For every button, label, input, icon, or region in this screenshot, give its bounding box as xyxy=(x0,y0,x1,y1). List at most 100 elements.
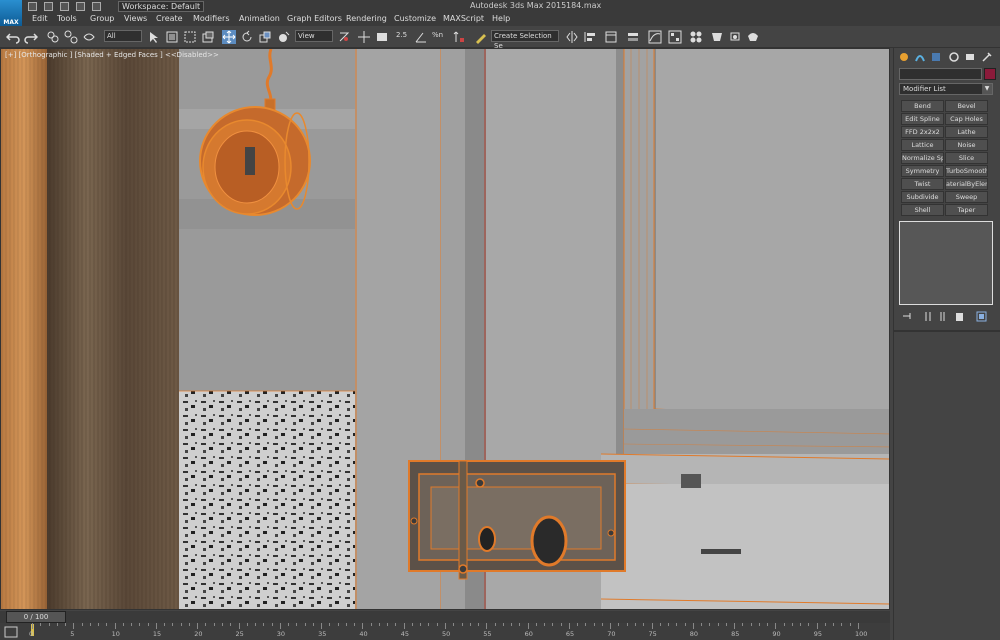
select-and-rotate-icon[interactable] xyxy=(240,30,254,44)
redo-quick-icon[interactable] xyxy=(92,2,101,11)
perspective-viewport[interactable]: [+] [Orthographic ] [Shaded + Edged Face… xyxy=(0,48,890,610)
undo-icon[interactable] xyxy=(5,30,20,44)
render-production-icon[interactable] xyxy=(746,30,760,44)
menu-rendering[interactable]: Rendering xyxy=(346,14,387,23)
timeline-tick xyxy=(312,623,314,626)
modifier-button-material-by-element[interactable]: aterialByEleme xyxy=(945,178,988,190)
menu-tools[interactable]: Tools xyxy=(57,14,77,23)
menu-modifiers[interactable]: Modifiers xyxy=(193,14,230,23)
timeline-tick xyxy=(833,623,835,626)
timeline-tick xyxy=(742,623,744,626)
select-and-scale-icon[interactable] xyxy=(258,30,272,44)
curve-editor-icon[interactable] xyxy=(648,30,662,44)
time-slider[interactable]: 0 / 100 xyxy=(0,611,890,623)
modifier-button-bend[interactable]: Bend xyxy=(901,100,944,112)
modifier-button-noise[interactable]: Noise xyxy=(945,139,988,151)
object-name-input[interactable] xyxy=(899,68,982,80)
modifier-button-bevel[interactable]: Bevel xyxy=(945,100,988,112)
percent-snap-icon[interactable]: %n xyxy=(432,30,446,44)
time-slider-thumb[interactable]: 0 / 100 xyxy=(6,611,66,623)
new-file-icon[interactable] xyxy=(28,2,37,11)
timeline-tick xyxy=(478,623,480,626)
show-end-result-icon[interactable] xyxy=(923,311,934,322)
select-and-move-icon[interactable] xyxy=(222,30,236,44)
workspace-dropdown[interactable]: Workspace: Default xyxy=(118,1,204,12)
modifier-list-dropdown[interactable]: Modifier List ▼ xyxy=(899,83,993,95)
bind-space-warp-icon[interactable] xyxy=(82,30,96,44)
hierarchy-tab-icon[interactable] xyxy=(930,51,942,63)
modifier-button-lattice[interactable]: Lattice xyxy=(901,139,944,151)
modifier-button-cap-holes[interactable]: Cap Holes xyxy=(945,113,988,125)
undo-quick-icon[interactable] xyxy=(76,2,85,11)
unlink-icon[interactable] xyxy=(64,30,78,44)
modifier-button-symmetry[interactable]: Symmetry xyxy=(901,165,944,177)
display-tab-icon[interactable] xyxy=(964,51,976,63)
modifier-button-taper[interactable]: Taper xyxy=(945,204,988,216)
toggle-layer-explorer-icon[interactable] xyxy=(626,30,640,44)
timeline-tick xyxy=(255,623,257,626)
select-object-icon[interactable] xyxy=(147,30,161,44)
modifier-button-shell[interactable]: Shell xyxy=(901,204,944,216)
object-color-swatch[interactable] xyxy=(984,68,996,80)
select-and-manipulate-icon[interactable] xyxy=(357,30,371,44)
mini-curve-editor-icon[interactable] xyxy=(4,625,18,638)
menu-maxscript[interactable]: MAXScript xyxy=(443,14,484,23)
menu-help[interactable]: Help xyxy=(492,14,510,23)
modifier-button-subdivide[interactable]: Subdivide xyxy=(901,191,944,203)
mirror-icon[interactable] xyxy=(565,30,579,44)
snaps-toggle-icon[interactable]: 2.5 xyxy=(396,30,410,44)
select-by-name-icon[interactable] xyxy=(165,30,179,44)
material-editor-icon[interactable] xyxy=(689,30,703,44)
motion-tab-icon[interactable] xyxy=(948,51,960,63)
rendered-frame-window-icon[interactable] xyxy=(728,30,742,44)
modifier-button-lathe[interactable]: Lathe xyxy=(945,126,988,138)
redo-icon[interactable] xyxy=(24,30,39,44)
modify-tab-icon[interactable] xyxy=(914,51,926,63)
make-unique-icon[interactable] xyxy=(939,311,950,322)
named-selection-set-dropdown[interactable]: Create Selection Se xyxy=(491,30,559,50)
render-setup-icon[interactable] xyxy=(710,30,724,44)
configure-modifier-sets-icon[interactable] xyxy=(976,311,987,322)
track-bar[interactable]: 0 5 10 15 20 25 30 35 40 45 50 55 60 65 70 75 80 85 90 95 10… xyxy=(0,623,890,640)
menu-views[interactable]: Views xyxy=(124,14,147,23)
keyboard-shortcut-override-icon[interactable] xyxy=(375,30,389,44)
viewport-label-menu[interactable]: [+] [Orthographic ] [Shaded + Edged Face… xyxy=(5,51,219,59)
app-logo-button[interactable]: MAX xyxy=(0,0,22,26)
toggle-scene-explorer-icon[interactable] xyxy=(604,30,618,44)
modifier-stack-list[interactable] xyxy=(899,221,993,305)
reference-coordinate-dropdown[interactable]: View xyxy=(295,30,333,42)
modifier-button-slice[interactable]: Slice xyxy=(945,152,988,164)
menu-animation[interactable]: Animation xyxy=(239,14,280,23)
menu-customize[interactable]: Customize xyxy=(394,14,436,23)
modifier-button-edit-spline[interactable]: Edit Spline xyxy=(901,113,944,125)
use-pivot-center-icon[interactable] xyxy=(337,30,351,44)
link-icon[interactable] xyxy=(46,30,60,44)
menu-create[interactable]: Create xyxy=(156,14,183,23)
schematic-view-icon[interactable] xyxy=(668,30,682,44)
modifier-button-ffd[interactable]: FFD 2x2x2 xyxy=(901,126,944,138)
create-tab-icon[interactable] xyxy=(898,51,910,63)
window-crossing-icon[interactable] xyxy=(201,30,215,44)
timeline-tick-label: 60 xyxy=(524,630,533,638)
open-file-icon[interactable] xyxy=(44,2,53,11)
menu-group[interactable]: Group xyxy=(90,14,114,23)
select-and-place-icon[interactable] xyxy=(277,30,291,44)
menu-edit[interactable]: Edit xyxy=(32,14,48,23)
modifier-button-sweep[interactable]: Sweep xyxy=(945,191,988,203)
modifier-button-twist[interactable]: Twist xyxy=(901,178,944,190)
menu-graph-editors[interactable]: Graph Editors xyxy=(287,14,342,23)
timeline-tick xyxy=(238,623,240,629)
timeline-tick xyxy=(370,623,372,626)
save-file-icon[interactable] xyxy=(60,2,69,11)
remove-modifier-icon[interactable] xyxy=(954,311,965,322)
modifier-button-normalize-spline[interactable]: Normalize Spl. xyxy=(901,152,944,164)
pin-stack-icon[interactable] xyxy=(902,311,913,322)
utilities-tab-icon[interactable] xyxy=(981,51,993,63)
edit-named-selection-icon[interactable] xyxy=(474,30,488,44)
rectangular-selection-icon[interactable] xyxy=(183,30,197,44)
spinner-snap-icon[interactable] xyxy=(452,30,466,44)
modifier-button-turbosmooth[interactable]: TurboSmooth xyxy=(945,165,988,177)
align-icon[interactable] xyxy=(583,30,597,44)
angle-snap-icon[interactable] xyxy=(414,30,428,44)
selection-filter-dropdown[interactable]: All xyxy=(104,30,142,42)
